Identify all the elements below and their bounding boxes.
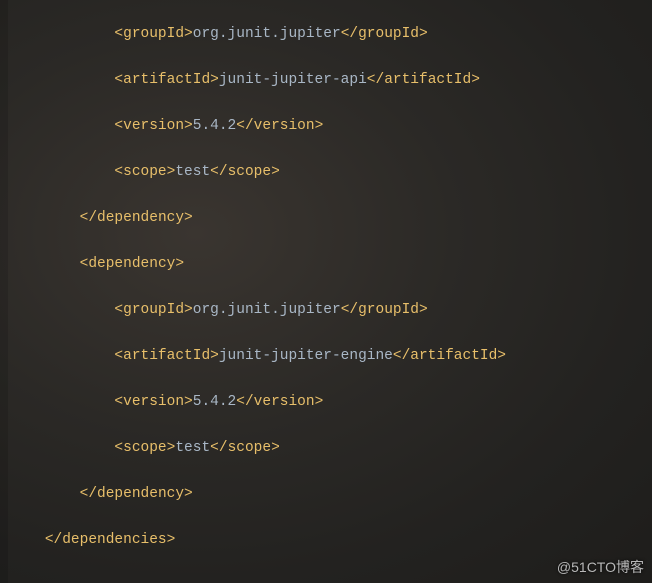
code-line[interactable]: </dependency> [10,483,652,506]
code-line[interactable]: <scope>test</scope> [10,437,652,460]
code-editor[interactable]: <groupId>org.junit.jupiter</groupId> <ar… [0,0,652,583]
watermark: @51CTO博客 [557,556,644,579]
code-line[interactable]: </dependencies> [10,529,652,552]
code-line[interactable]: <groupId>org.junit.jupiter</groupId> [10,299,652,322]
code-line[interactable]: <dependency> [10,253,652,276]
code-line[interactable]: </dependency> [10,207,652,230]
code-line[interactable] [10,575,652,583]
code-line[interactable]: <groupId>org.junit.jupiter</groupId> [10,23,652,46]
editor-gutter [0,0,8,583]
code-line[interactable]: <version>5.4.2</version> [10,115,652,138]
code-line[interactable]: <version>5.4.2</version> [10,391,652,414]
code-line[interactable]: <artifactId>junit-jupiter-engine</artifa… [10,345,652,368]
code-line[interactable]: <scope>test</scope> [10,161,652,184]
code-line[interactable]: <artifactId>junit-jupiter-api</artifactI… [10,69,652,92]
